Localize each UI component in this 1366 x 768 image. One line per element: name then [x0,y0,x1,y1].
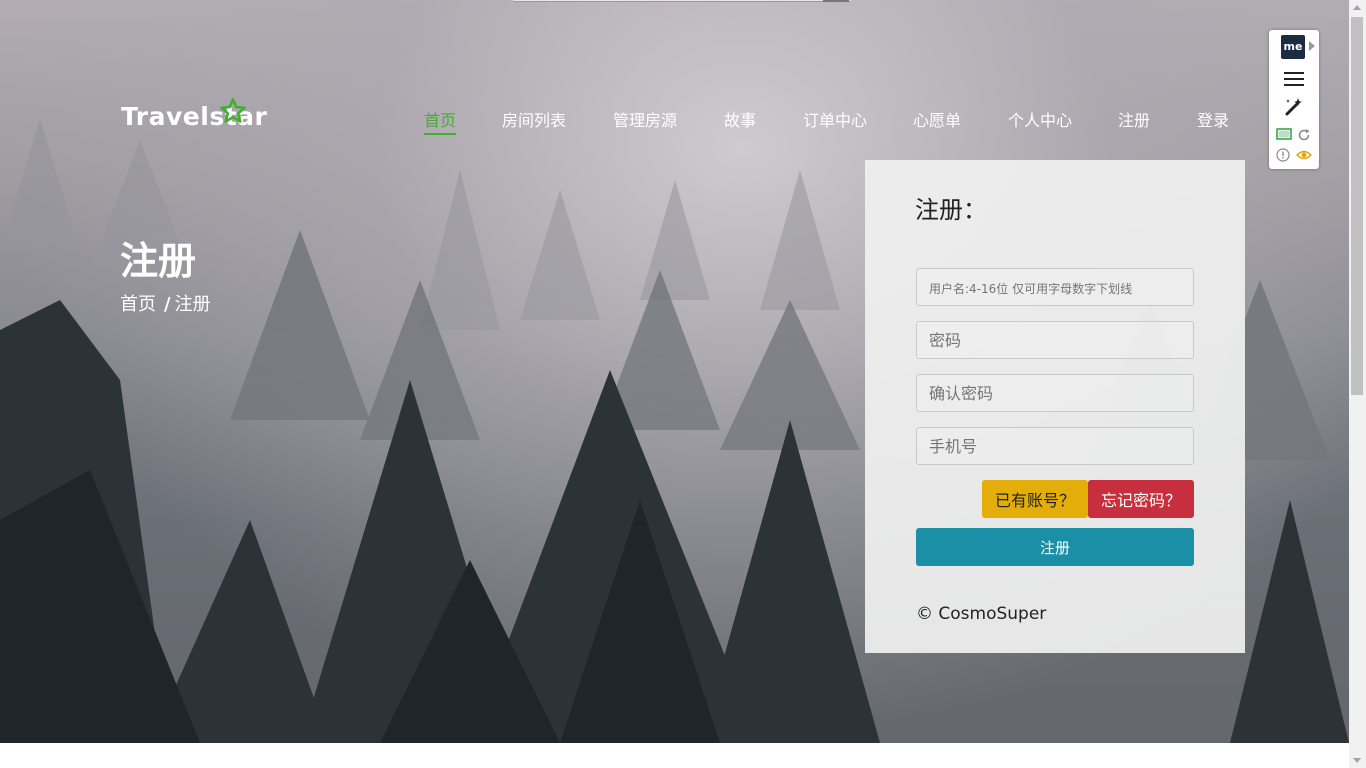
have-account-button[interactable]: 已有账号？ [982,480,1088,518]
nav-item-register[interactable]: 注册 [1118,107,1150,131]
register-submit-button[interactable]: 注册 [916,528,1194,566]
menu-icon[interactable] [1284,72,1304,86]
star-icon [220,98,246,123]
nav-item-orders[interactable]: 订单中心 [803,107,867,131]
nav-item-room-list[interactable]: 房间列表 [502,107,566,131]
nav-item-manage-listings[interactable]: 管理房源 [613,107,677,131]
page-scrollbar[interactable] [1349,0,1366,768]
phone-input[interactable] [916,427,1194,465]
username-input[interactable] [916,268,1194,306]
scrollbar-thumb[interactable] [1351,17,1363,395]
nav-item-login[interactable]: 登录 [1197,107,1229,131]
confirm-password-input[interactable] [916,374,1194,412]
site-logo[interactable]: Travelstar [121,98,267,131]
extension-row-1 [1276,128,1312,142]
extension-row-2 [1276,148,1312,162]
magic-wand-icon[interactable] [1283,96,1305,118]
password-input[interactable] [916,321,1194,359]
page-title: 注册 [120,239,197,283]
breadcrumb: 首页 / 注册 [120,290,211,316]
nav-item-home[interactable]: 首页 [424,107,457,135]
breadcrumb-current: 注册 [174,294,211,315]
scroll-up-arrow[interactable] [1353,5,1361,10]
cast-icon[interactable] [1276,128,1292,142]
nav-item-stories[interactable]: 故事 [724,107,756,131]
register-panel: 注册： 已有账号？ 忘记密码？ 注册 © CosmoSuper [865,160,1245,653]
copyright-text: © CosmoSuper [916,604,1047,624]
refresh-icon[interactable] [1297,128,1311,142]
breadcrumb-separator: / [164,294,171,315]
nav-item-wishlist[interactable]: 心愿单 [913,107,961,131]
top-overlay-bar [513,0,851,2]
browser-extension-panel: me [1269,30,1319,169]
top-overlay-square [823,0,849,2]
forgot-password-button[interactable]: 忘记密码？ [1088,480,1194,518]
nav-item-profile[interactable]: 个人中心 [1008,107,1072,131]
register-title: 注册： [915,196,987,224]
scroll-down-arrow[interactable] [1353,758,1361,763]
extension-badge[interactable]: me [1281,35,1305,59]
breadcrumb-home[interactable]: 首页 [120,294,156,315]
expand-arrow-icon[interactable] [1309,41,1315,51]
info-icon[interactable] [1276,148,1290,162]
eye-icon[interactable] [1296,148,1312,162]
